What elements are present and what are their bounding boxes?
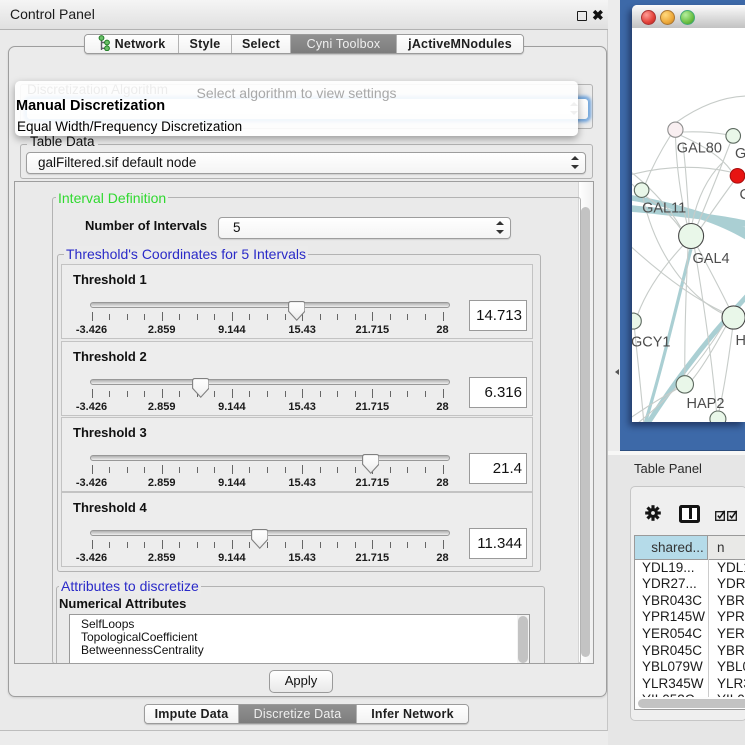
svg-text:GA: GA bbox=[735, 146, 745, 162]
svg-text:GAL80: GAL80 bbox=[677, 140, 722, 156]
svg-text:GCY1: GCY1 bbox=[632, 335, 671, 351]
svg-text:H: H bbox=[736, 333, 745, 349]
svg-text:HAP2: HAP2 bbox=[687, 396, 725, 412]
svg-text:GAL4: GAL4 bbox=[693, 251, 730, 267]
svg-text:GAL11: GAL11 bbox=[642, 200, 686, 216]
svg-text:C: C bbox=[740, 187, 745, 203]
